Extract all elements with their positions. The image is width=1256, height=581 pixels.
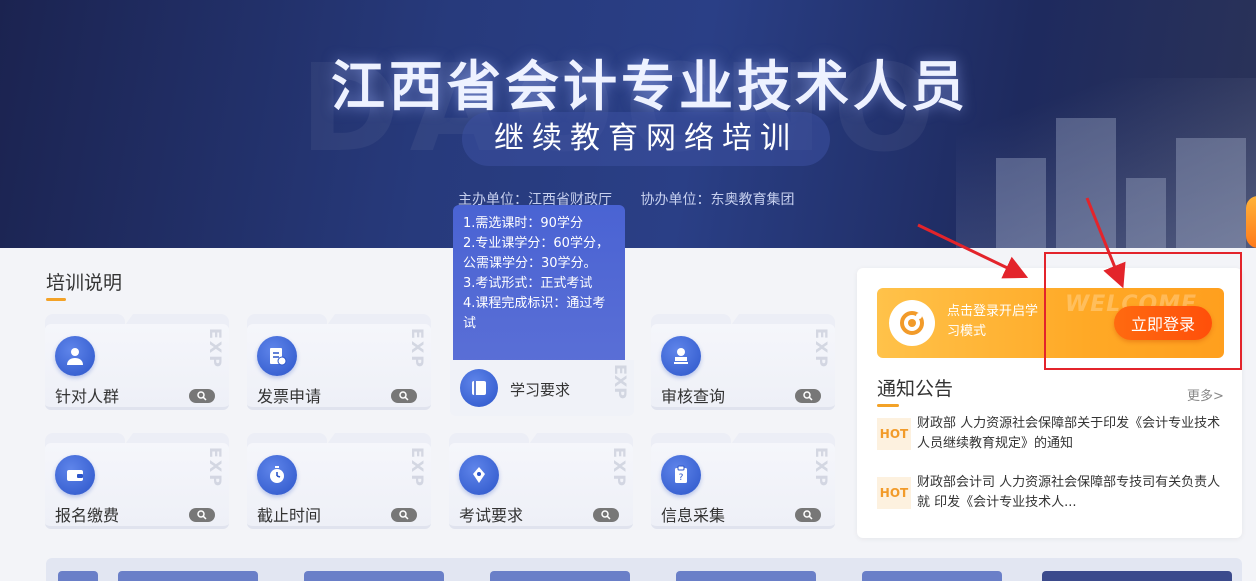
notice-text[interactable]: 财政部会计司 人力资源社会保障部专技司有关负责人就 印发《会计专业技术人... [917, 473, 1222, 513]
study-requirements-tooltip: 1.需选课时：90学分 2.专业课学分：60学分，公需课学分：30学分。 3.考… [453, 205, 625, 365]
card-label: 报名缴费 [55, 506, 120, 525]
hot-badge: HOT [877, 418, 911, 450]
card-watermark: EXP [206, 328, 225, 369]
search-icon[interactable] [795, 389, 821, 403]
card-watermark: EXP [611, 364, 630, 399]
card-label: 审核查询 [661, 387, 726, 406]
card-label: 学习要求 [510, 381, 571, 399]
banner-subtitle: 继续教育网络培训 [462, 112, 830, 166]
card-watermark: EXP [408, 447, 427, 488]
next-section-strip [46, 558, 1242, 581]
card-watermark: EXP [812, 328, 831, 369]
card-label: 发票申请 [257, 387, 322, 406]
search-icon[interactable] [593, 508, 619, 522]
card-info-collection[interactable]: EXP ? 信息采集 [651, 433, 835, 529]
card-deadline[interactable]: EXP 截止时间 [247, 433, 431, 529]
hot-badge: HOT [877, 477, 911, 509]
card-watermark: EXP [812, 447, 831, 488]
stopwatch-icon [257, 455, 297, 495]
co-host-unit: 协办单位：东奥教育集团 [640, 192, 795, 208]
pen-icon [459, 455, 499, 495]
training-section-title: 培训说明 [46, 268, 122, 301]
banner-title: 江西省会计专业技术人员 [331, 55, 969, 118]
card-review-query[interactable]: EXP 审核查询 [651, 314, 835, 410]
card-target-group[interactable]: EXP 针对人群 [45, 314, 229, 410]
stamp-icon [661, 336, 701, 376]
card-watermark: EXP [610, 447, 629, 488]
tooltip-line: 4.课程完成标识：通过考试 [463, 296, 606, 331]
invoice-icon [257, 336, 297, 376]
search-icon[interactable] [795, 508, 821, 522]
card-label: 针对人群 [55, 387, 120, 406]
svg-text:?: ? [679, 473, 684, 483]
notice-text[interactable]: 财政部 人力资源社会保障部关于印发《会计专业技术人员继续教育规定》的通知 [917, 414, 1222, 454]
card-watermark: EXP [408, 328, 427, 369]
card-label: 截止时间 [257, 506, 322, 525]
card-watermark: EXP [206, 447, 225, 488]
search-icon[interactable] [189, 389, 215, 403]
card-invoice-request[interactable]: EXP 发票申请 [247, 314, 431, 410]
card-study-requirements[interactable]: EXP 学习要求 [450, 360, 634, 416]
notice-section-title: 通知公告 [877, 374, 953, 407]
search-icon[interactable] [391, 508, 417, 522]
hero-banner: DAOCNO 江西省会计专业技术人员 继续教育网络培训 主办单位：江西省财政厅 … [0, 0, 1256, 248]
tooltip-line: 1.需选课时：90学分 [463, 216, 583, 231]
clipboard-icon: ? [661, 455, 701, 495]
side-float-badge[interactable] [1246, 196, 1256, 248]
card-label: 考试要求 [459, 506, 524, 525]
search-icon[interactable] [189, 508, 215, 522]
card-registration-payment[interactable]: EXP 报名缴费 [45, 433, 229, 529]
annotation-highlight-box [1044, 252, 1242, 370]
logo-icon [889, 300, 935, 346]
card-exam-requirements[interactable]: EXP 考试要求 [449, 433, 633, 529]
book-icon [460, 369, 498, 407]
notice-more-link[interactable]: 更多> [1187, 385, 1224, 404]
card-label: 信息采集 [661, 506, 726, 525]
search-icon[interactable] [391, 389, 417, 403]
people-icon [55, 336, 95, 376]
login-hint: 点击登录开启学习模式 [947, 304, 1039, 339]
tooltip-line: 3.考试形式：正式考试 [463, 276, 593, 291]
tooltip-line: 2.专业课学分：60学分，公需课学分：30学分。 [463, 236, 609, 271]
wallet-icon [55, 455, 95, 495]
